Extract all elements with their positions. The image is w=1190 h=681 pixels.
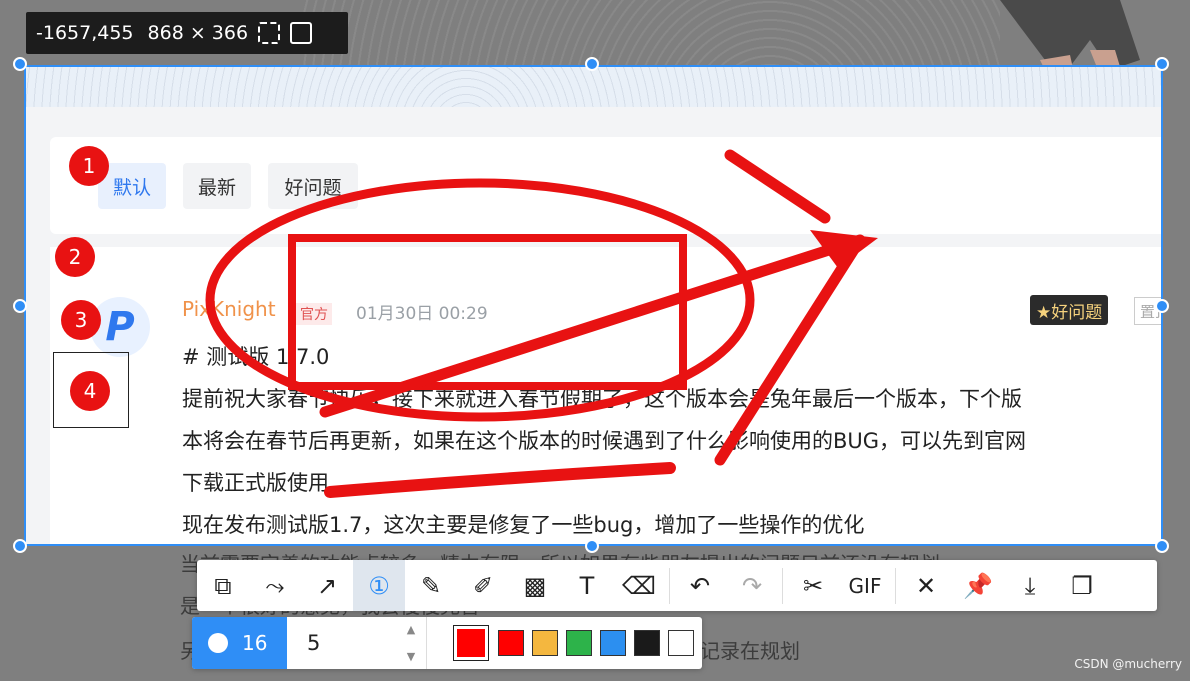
post-title: # 测试版 1.7.0 [182,345,330,369]
toolbar-separator [895,567,896,604]
toolbar-separator [669,567,670,604]
page-header-strip [26,67,1161,107]
resize-handle-top-left[interactable] [13,57,27,71]
eraser-tool-icon[interactable]: ⌫ [613,560,665,611]
gif-icon[interactable]: GIF [839,560,891,611]
official-badge: 官方 [296,303,332,325]
number-stepper[interactable]: ▲ ▼ [397,623,425,663]
brush-size-label: 16 [242,631,268,655]
text-tool-icon[interactable]: T [561,560,613,611]
color-swatch-yellow[interactable] [532,630,558,656]
region-select-icon[interactable] [258,22,281,44]
fullscreen-icon[interactable] [290,22,313,44]
arrow-tool-icon[interactable]: ↗ [301,560,353,611]
download-icon[interactable]: ⤓ [1004,560,1056,611]
serial-number-marker-4[interactable]: 4 [70,371,110,411]
brush-dot-icon [208,633,228,653]
serial-number-marker-1[interactable]: 1 [69,146,109,186]
post-body-line-1: 提前祝大家春节快乐，接下来就进入春节假期了，这个版本会是兔年最后一个版本，下个版 [182,387,1022,411]
resize-handle-bottom[interactable] [585,539,599,553]
post-timestamp: 01月30日 00:29 [356,304,488,324]
resize-handle-bottom-right[interactable] [1155,539,1169,553]
good-question-badge: ★好问题 [1030,295,1109,325]
selected-color-swatch[interactable] [453,625,489,661]
color-swatch-green[interactable] [566,630,592,656]
serial-number-tool-icon[interactable]: ① [353,560,405,611]
tool-options-bar: 16 5 ▲ ▼ [192,617,702,669]
color-swatch-black[interactable] [634,630,660,656]
serial-number-marker-2[interactable]: 2 [55,237,95,277]
post-body-line-2: 本将会在春节后再更新，如果在这个版本的时候遇到了什么影响使用的BUG，可以先到官… [182,429,1027,453]
sort-tabs-card: 默认 最新 好问题 [50,137,1161,234]
resize-handle-bottom-left[interactable] [13,539,27,553]
polyline-tool-icon[interactable]: ⤳ [249,560,301,611]
selection-coordinates: -1657,455 [36,22,134,44]
serial-number-marker-3[interactable]: 3 [61,300,101,340]
stepper-up-icon[interactable]: ▲ [407,623,415,636]
resize-handle-top-right[interactable] [1155,57,1169,71]
copy-icon[interactable]: ❐ [1056,560,1108,611]
scissors-icon[interactable]: ✂ [787,560,839,611]
watermark: CSDN @mucherry [1074,657,1182,671]
post-body-line-4: 现在发布测试版1.7，这次主要是修复了一些bug，增加了一些操作的优化 [182,513,865,537]
color-swatch-white[interactable] [668,630,694,656]
selection-size: 868 × 366 [147,22,249,44]
capture-selection[interactable]: 默认 最新 好问题 P PixKnight 官方 01月30日 00:29 ★好… [24,65,1163,546]
post-body-line-3: 下载正式版使用 [182,471,329,495]
brush-size-selector[interactable]: 16 [192,617,287,669]
color-swatch-red[interactable] [498,630,524,656]
color-swatch-blue[interactable] [600,630,626,656]
screenshot-toolbar: ⧉ ⤳ ↗ ① ✎ ✐ ▩ T ⌫ ↶ ↷ ✂ GIF ✕ 📌 ⤓ ❐ [197,560,1157,611]
toolbar-separator [782,567,783,604]
redo-icon[interactable]: ↷ [726,560,778,611]
selection-info-bar: -1657,455 868 × 366 [26,12,348,54]
tab-latest[interactable]: 最新 [183,163,251,209]
shape-tool-icon[interactable]: ⧉ [197,560,249,611]
pin-icon[interactable]: 📌 [952,560,1004,611]
marker-tool-icon[interactable]: ✐ [457,560,509,611]
close-icon[interactable]: ✕ [900,560,952,611]
mosaic-tool-icon[interactable]: ▩ [509,560,561,611]
stepper-down-icon[interactable]: ▼ [407,650,415,663]
tab-good-questions[interactable]: 好问题 [268,163,358,209]
resize-handle-right[interactable] [1155,299,1169,313]
resize-handle-left[interactable] [13,299,27,313]
resize-handle-top[interactable] [585,57,599,71]
pen-tool-icon[interactable]: ✎ [405,560,457,611]
post-author[interactable]: PixKnight [182,297,276,321]
undo-icon[interactable]: ↶ [674,560,726,611]
